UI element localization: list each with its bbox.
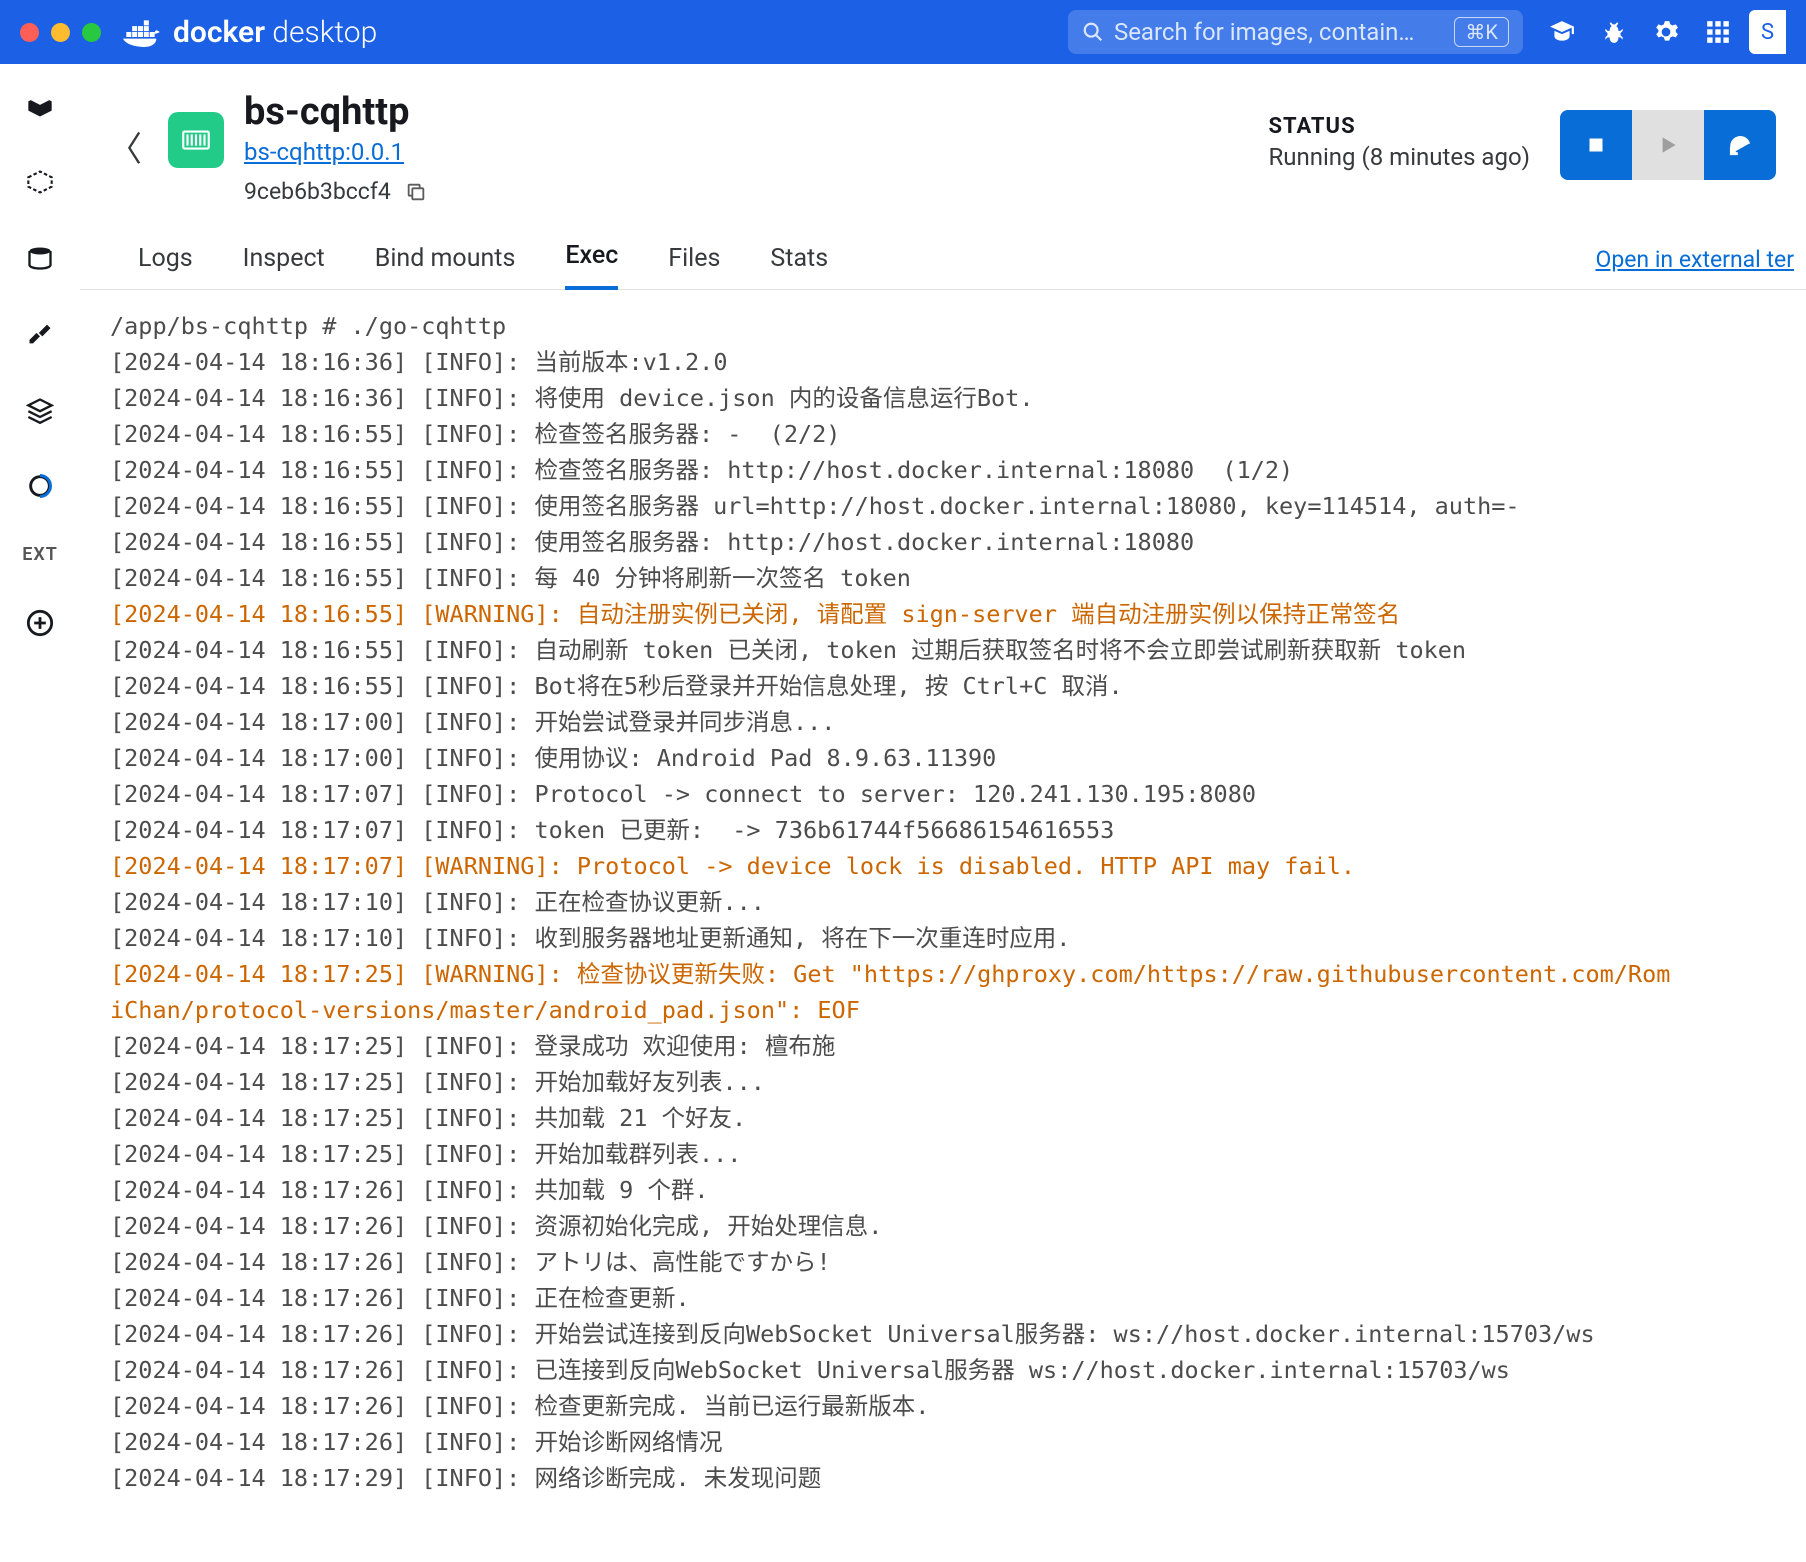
tab-stats[interactable]: Stats (770, 244, 828, 289)
tab-logs[interactable]: Logs (138, 244, 193, 289)
stop-button[interactable] (1560, 110, 1632, 180)
terminal-line: [2024-04-14 18:17:00] [INFO]: 开始尝试登录并同步消… (110, 704, 1796, 740)
docker-whale-icon (123, 17, 163, 47)
tab-files[interactable]: Files (668, 244, 720, 289)
highlight-annotation (540, 1380, 1670, 1432)
app-logo: docker desktop (123, 15, 377, 50)
titlebar: docker desktop Search for images, contai… (0, 0, 1806, 64)
sidebar-volumes[interactable] (22, 240, 58, 276)
terminal-line: [2024-04-14 18:17:10] [INFO]: 正在检查协议更新..… (110, 884, 1796, 920)
tabs: Logs Inspect Bind mounts Exec Files Stats Open… (80, 205, 1806, 290)
terminal-line: [2024-04-14 18:17:26] [INFO]: 开始尝试连接到反向W… (110, 1316, 1796, 1352)
restart-button[interactable] (1704, 110, 1776, 180)
terminal-line: [2024-04-14 18:17:26] [INFO]: 正在检查更新. (110, 1280, 1796, 1316)
sidebar-images[interactable] (22, 164, 58, 200)
tab-inspect[interactable]: Inspect (243, 244, 325, 289)
tab-exec[interactable]: Exec (565, 241, 618, 290)
sidebar-builds[interactable] (22, 316, 58, 352)
bug-icon[interactable] (1601, 19, 1627, 45)
sidebar: EXT (0, 64, 80, 1562)
container-icon (168, 112, 224, 168)
search-placeholder: Search for images, contain… (1114, 18, 1444, 46)
container-name: bs-cqhttp (244, 90, 427, 134)
minimize-window-button[interactable] (51, 23, 70, 42)
terminal-line: [2024-04-14 18:17:07] [WARNING]: Protoco… (110, 848, 1796, 884)
settings-gear-icon[interactable] (1653, 19, 1679, 45)
status-value: Running (8 minutes ago) (1268, 143, 1530, 171)
terminal-line: [2024-04-14 18:16:55] [INFO]: 检查签名服务器: -… (110, 416, 1796, 452)
status-label: STATUS (1268, 114, 1530, 139)
terminal-line: [2024-04-14 18:17:25] [INFO]: 登录成功 欢迎使用:… (110, 1028, 1796, 1064)
sidebar-scout[interactable] (22, 468, 58, 504)
copy-icon[interactable] (405, 181, 427, 203)
apps-grid-icon[interactable] (1705, 19, 1731, 45)
sidebar-extensions-label: EXT (22, 544, 58, 565)
terminal-line: iChan/protocol-versions/master/android_p… (110, 992, 1796, 1028)
terminal-line: [2024-04-14 18:16:36] [INFO]: 当前版本:v1.2.… (110, 344, 1796, 380)
terminal-line: [2024-04-14 18:17:25] [INFO]: 开始加载群列表... (110, 1136, 1796, 1172)
terminal-line: [2024-04-14 18:16:55] [WARNING]: 自动注册实例已… (110, 596, 1796, 632)
app-name-bold: docker (173, 15, 265, 50)
container-header: 〈 bs-cqhttp bs-cqhttp:0.0.1 9ceb6b3bccf4… (80, 64, 1806, 205)
close-window-button[interactable] (20, 23, 39, 42)
terminal-line: [2024-04-14 18:16:55] [INFO]: 检查签名服务器: h… (110, 452, 1796, 488)
open-in-external-link[interactable]: Open in external ter (1596, 246, 1795, 289)
terminal-line: [2024-04-14 18:17:26] [INFO]: アトリは、高性能です… (110, 1244, 1796, 1280)
titlebar-actions (1549, 19, 1731, 45)
back-button[interactable]: 〈 (108, 122, 142, 171)
terminal-line: /app/bs-cqhttp # ./go-cqhttp (110, 308, 1796, 344)
terminal-line: [2024-04-14 18:17:10] [INFO]: 收到服务器地址更新通… (110, 920, 1796, 956)
terminal-line: [2024-04-14 18:17:29] [INFO]: 网络诊断完成. 未发… (110, 1460, 1796, 1496)
app-name-light: desktop (265, 15, 377, 50)
image-link[interactable]: bs-cqhttp:0.0.1 (244, 138, 427, 166)
container-hash: 9ceb6b3bccf4 (244, 178, 391, 205)
highlight-annotation (748, 530, 1658, 590)
search-input[interactable]: Search for images, contain… ⌘K (1068, 10, 1523, 54)
start-button (1632, 110, 1704, 180)
terminal-line: [2024-04-14 18:17:00] [INFO]: 使用协议: Andr… (110, 740, 1796, 776)
terminal-line: [2024-04-14 18:17:07] [INFO]: token 已更新:… (110, 812, 1796, 848)
tab-bind-mounts[interactable]: Bind mounts (375, 244, 516, 289)
terminal-line: [2024-04-14 18:17:26] [INFO]: 资源初始化完成, 开… (110, 1208, 1796, 1244)
container-actions (1560, 110, 1776, 180)
status-block: STATUS Running (8 minutes ago) (1268, 114, 1530, 171)
window-controls[interactable] (20, 23, 101, 42)
maximize-window-button[interactable] (82, 23, 101, 42)
terminal-line: [2024-04-14 18:17:25] [INFO]: 开始加载好友列表..… (110, 1064, 1796, 1100)
terminal-output[interactable]: /app/bs-cqhttp # ./go-cqhttp[2024-04-14 … (80, 290, 1806, 1506)
sidebar-add-extension[interactable] (22, 605, 58, 641)
terminal-line: [2024-04-14 18:16:36] [INFO]: 将使用 device… (110, 380, 1796, 416)
terminal-line: [2024-04-14 18:17:25] [INFO]: 共加载 21 个好友… (110, 1100, 1796, 1136)
terminal-line: [2024-04-14 18:17:26] [INFO]: 共加载 9 个群. (110, 1172, 1796, 1208)
terminal-line: [2024-04-14 18:16:55] [INFO]: 自动刷新 token… (110, 632, 1796, 668)
sidebar-dev-envs[interactable] (22, 392, 58, 428)
terminal-line: [2024-04-14 18:17:25] [WARNING]: 检查协议更新失… (110, 956, 1796, 992)
learning-icon[interactable] (1549, 19, 1575, 45)
signin-button[interactable]: S (1749, 10, 1786, 54)
terminal-line: [2024-04-14 18:16:55] [INFO]: Bot将在5秒后登录… (110, 668, 1796, 704)
sidebar-containers[interactable] (22, 88, 58, 124)
search-icon (1082, 21, 1104, 43)
terminal-line: [2024-04-14 18:16:55] [INFO]: 使用签名服务器 ur… (110, 488, 1796, 524)
terminal-line: [2024-04-14 18:17:07] [INFO]: Protocol -… (110, 776, 1796, 812)
search-shortcut-badge: ⌘K (1454, 17, 1509, 47)
